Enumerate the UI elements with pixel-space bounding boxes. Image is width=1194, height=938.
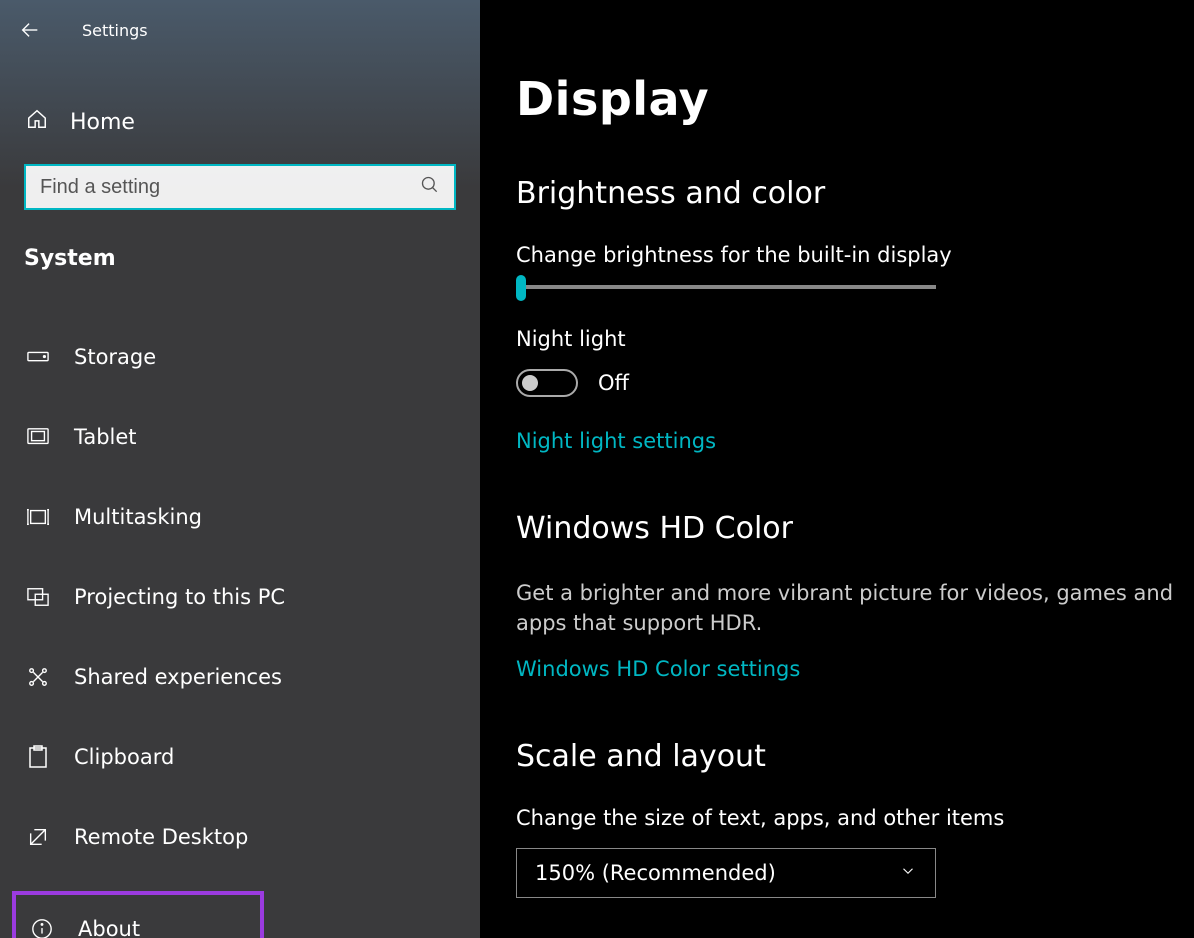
shared-exp-icon — [26, 666, 50, 688]
nav-label: Multitasking — [74, 505, 202, 529]
projecting-icon — [26, 587, 50, 607]
info-icon — [30, 918, 54, 938]
remote-desktop-icon — [26, 826, 50, 848]
settings-main: Display Brightness and color Change brig… — [480, 0, 1194, 938]
back-button[interactable] — [18, 18, 42, 42]
nav-label: Storage — [74, 345, 156, 369]
nav-label: Clipboard — [74, 745, 174, 769]
night-light-state: Off — [598, 371, 629, 395]
hd-color-description: Get a brighter and more vibrant picture … — [516, 578, 1184, 639]
titlebar: Settings — [0, 10, 480, 62]
clipboard-icon — [26, 745, 50, 769]
tablet-icon — [26, 427, 50, 447]
section-scale: Scale and layout — [516, 739, 1184, 774]
nav-label: About — [78, 917, 140, 938]
nav-label: Projecting to this PC — [74, 585, 285, 609]
nav-label: Shared experiences — [74, 665, 282, 689]
sidebar-category: System — [24, 246, 456, 271]
app-title: Settings — [82, 21, 148, 40]
scale-dropdown-value: 150% (Recommended) — [535, 861, 776, 885]
sidebar-item-storage[interactable]: Storage — [24, 331, 456, 383]
sidebar-item-about-highlight: About — [24, 891, 456, 938]
search-input[interactable] — [40, 176, 420, 199]
storage-icon — [26, 349, 50, 365]
section-brightness: Brightness and color — [516, 176, 1184, 211]
chevron-down-icon — [899, 861, 917, 885]
scale-dropdown-label: Change the size of text, apps, and other… — [516, 806, 1184, 830]
toggle-knob — [522, 375, 538, 391]
night-light-settings-link[interactable]: Night light settings — [516, 429, 716, 453]
sidebar-item-projecting[interactable]: Projecting to this PC — [24, 571, 456, 623]
home-icon — [26, 108, 48, 136]
sidebar-home[interactable]: Home — [24, 102, 456, 164]
section-hd-color: Windows HD Color — [516, 511, 1184, 546]
night-light-toggle[interactable] — [516, 369, 578, 397]
sidebar-item-tablet[interactable]: Tablet — [24, 411, 456, 463]
brightness-slider-thumb[interactable] — [516, 275, 526, 301]
night-light-label: Night light — [516, 327, 1184, 351]
scale-dropdown[interactable]: 150% (Recommended) — [516, 848, 936, 898]
sidebar-item-shared-exp[interactable]: Shared experiences — [24, 651, 456, 703]
hd-color-settings-link[interactable]: Windows HD Color settings — [516, 657, 800, 681]
sidebar-item-multitasking[interactable]: Multitasking — [24, 491, 456, 543]
settings-sidebar: Settings Home System — [0, 0, 480, 938]
multitasking-icon — [26, 507, 50, 527]
sidebar-item-clipboard[interactable]: Clipboard — [24, 731, 456, 783]
brightness-slider[interactable] — [516, 285, 936, 289]
sidebar-home-label: Home — [70, 110, 135, 135]
nav-label: Remote Desktop — [74, 825, 248, 849]
nav-label: Tablet — [74, 425, 137, 449]
sidebar-item-about[interactable]: About — [22, 897, 254, 938]
page-title: Display — [516, 72, 1184, 126]
sidebar-item-remote-desktop[interactable]: Remote Desktop — [24, 811, 456, 863]
brightness-slider-label: Change brightness for the built-in displ… — [516, 243, 1184, 267]
search-icon — [420, 175, 440, 199]
sidebar-nav: Storage Tablet Multitasking Projecting t… — [24, 331, 456, 938]
search-box[interactable] — [24, 164, 456, 210]
